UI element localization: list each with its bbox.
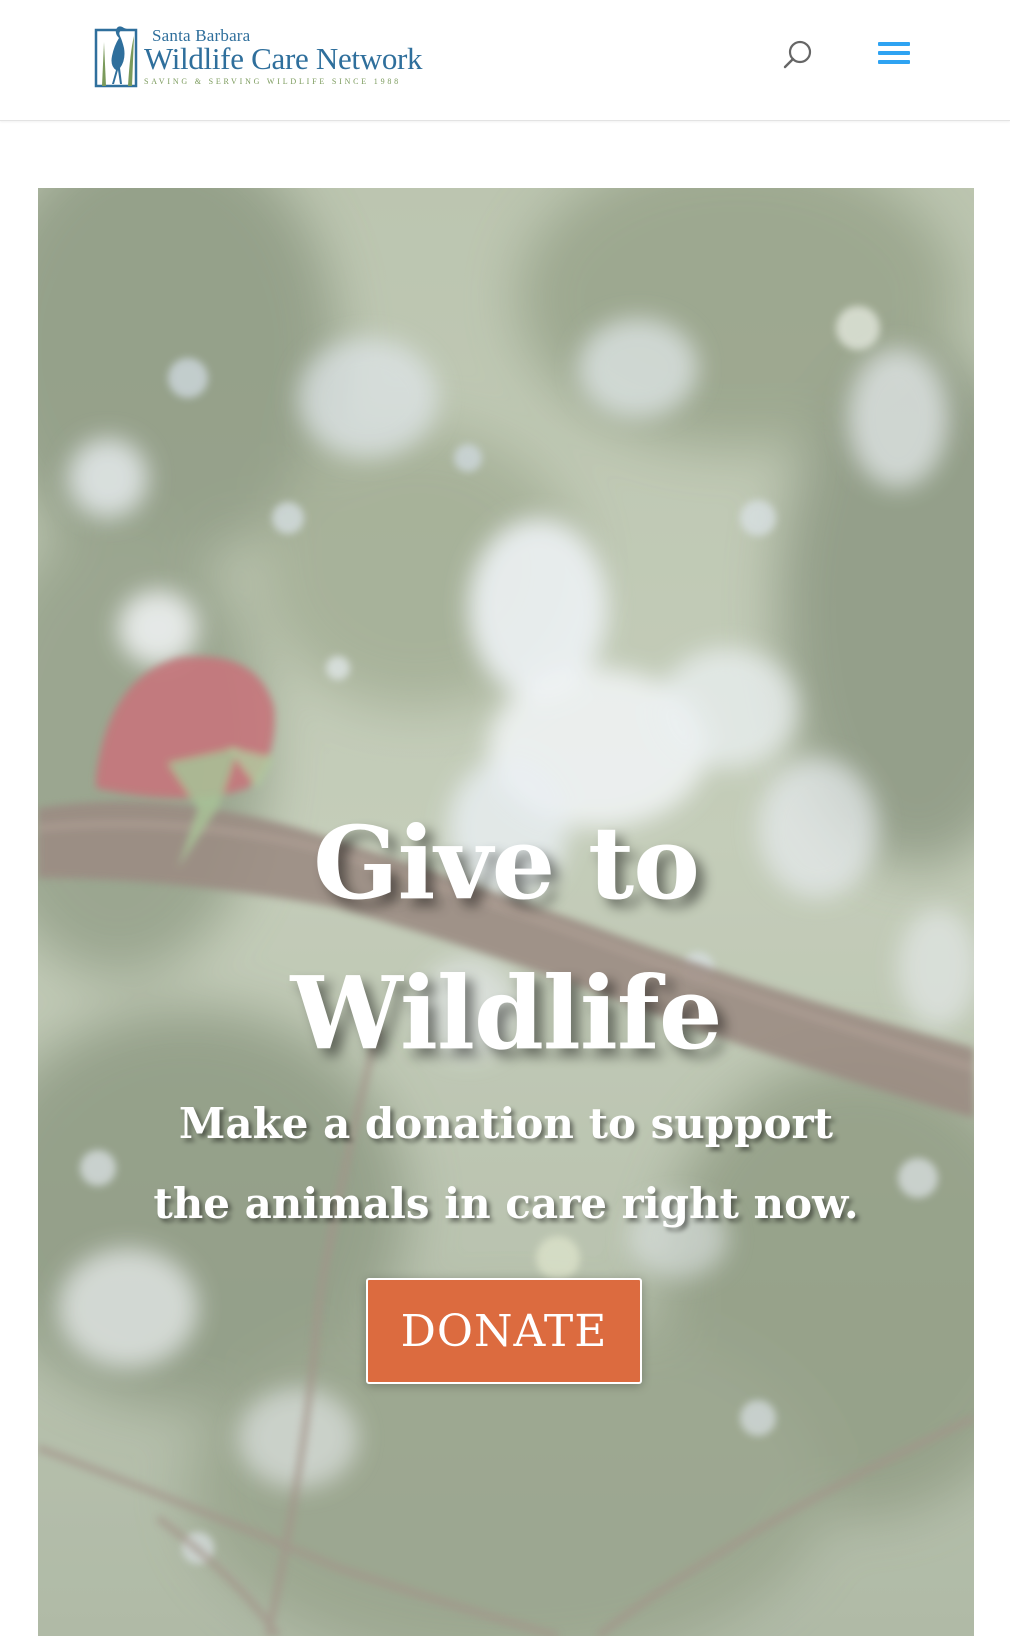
hero-subtitle-line-1: Make a donation to support [178, 1099, 834, 1148]
hero-title-line-1: Give to [313, 804, 700, 922]
search-button[interactable] [778, 36, 818, 76]
search-icon [783, 40, 812, 69]
hero-section: Give to Wildlife Make a donation to supp… [38, 188, 974, 1636]
hero-subtitle-line-2: the animals in care right now. [153, 1179, 859, 1228]
logo-tagline: SAVING & SERVING WILDLIFE SINCE 1988 [144, 77, 401, 86]
hero-title: Give to Wildlife [106, 788, 906, 1088]
menu-button[interactable] [874, 34, 918, 78]
hero-content: Give to Wildlife Make a donation to supp… [38, 188, 974, 1636]
hero-subtitle: Make a donation to support the animals i… [106, 1084, 906, 1244]
hamburger-menu-icon [878, 42, 910, 64]
site-logo[interactable]: Santa Barbara Wildlife Care Network SAVI… [94, 22, 434, 90]
site-header: Santa Barbara Wildlife Care Network SAVI… [0, 0, 1010, 121]
heron-icon [94, 26, 138, 88]
logo-text-main: Wildlife Care Network [144, 41, 423, 76]
donate-button[interactable]: DONATE [366, 1278, 642, 1384]
hero-title-line-2: Wildlife [290, 954, 722, 1072]
